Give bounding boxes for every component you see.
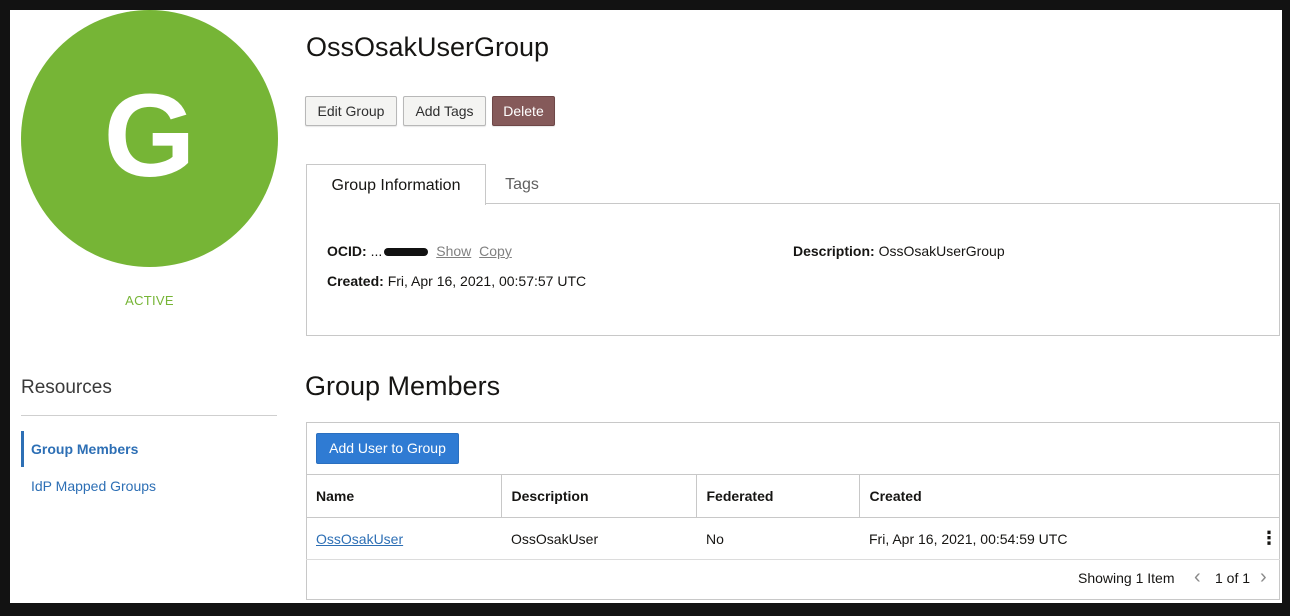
cell-created: Fri, Apr 16, 2021, 00:54:59 UTC <box>859 517 1280 560</box>
edit-group-button[interactable]: Edit Group <box>305 96 397 126</box>
delete-button[interactable]: Delete <box>492 96 555 126</box>
created-value: Fri, Apr 16, 2021, 00:57:57 UTC <box>387 273 587 289</box>
avatar-letter: G <box>103 69 196 202</box>
ocid-value: ... <box>370 243 383 259</box>
group-information-panel <box>306 203 1280 336</box>
table-header-row: Name Description Federated Created <box>306 474 1280 518</box>
resources-divider <box>21 415 277 416</box>
ocid-copy-link[interactable]: Copy <box>479 243 512 259</box>
page-title: OssOsakUserGroup <box>306 32 550 62</box>
column-header-created[interactable]: Created <box>859 474 1280 518</box>
chevron-left-icon[interactable]: ‹ <box>1194 566 1201 589</box>
group-members-heading: Group Members <box>305 371 501 401</box>
ocid-show-link[interactable]: Show <box>436 243 471 259</box>
chevron-right-icon[interactable]: › <box>1260 566 1267 589</box>
members-table: Name Description Federated Created OssOs… <box>306 474 1280 560</box>
group-avatar: G <box>21 10 278 267</box>
created-row: Created: Fri, Apr 16, 2021, 00:57:57 UTC <box>327 273 586 289</box>
member-name-link[interactable]: OssOsakUser <box>316 531 403 547</box>
column-header-federated[interactable]: Federated <box>696 474 860 518</box>
created-label: Created: <box>327 273 384 289</box>
description-value: OssOsakUserGroup <box>878 243 1005 259</box>
page-frame: G ACTIVE Resources Group Members IdP Map… <box>10 10 1282 603</box>
cell-description: OssOsakUser <box>501 517 696 560</box>
table-row: OssOsakUser OssOsakUser No Fri, Apr 16, … <box>306 517 1280 560</box>
resources-heading: Resources <box>21 377 112 398</box>
add-tags-button[interactable]: Add Tags <box>403 96 486 126</box>
column-header-name[interactable]: Name <box>306 474 502 518</box>
description-label: Description: <box>793 243 875 259</box>
resources-item-idp-mapped-groups[interactable]: IdP Mapped Groups <box>21 468 271 504</box>
tab-group-information[interactable]: Group Information <box>306 164 486 205</box>
pagination-summary: Showing 1 Item <box>1078 570 1175 586</box>
ocid-row: OCID: ... Show Copy <box>327 243 512 259</box>
description-row: Description: OssOsakUserGroup <box>793 243 1005 259</box>
add-user-to-group-button[interactable]: Add User to Group <box>316 433 459 464</box>
resources-item-group-members[interactable]: Group Members <box>21 431 271 467</box>
kebab-icon[interactable]: ⋮ <box>1260 528 1278 548</box>
ocid-redaction-mark <box>384 248 429 257</box>
ocid-label: OCID: <box>327 243 367 259</box>
column-header-description[interactable]: Description <box>501 474 697 518</box>
status-label: ACTIVE <box>125 293 174 308</box>
cell-name: OssOsakUser <box>306 517 501 560</box>
pagination-page: 1 of 1 <box>1215 570 1251 586</box>
tab-tags[interactable]: Tags <box>486 164 558 203</box>
cell-federated: No <box>696 517 859 560</box>
